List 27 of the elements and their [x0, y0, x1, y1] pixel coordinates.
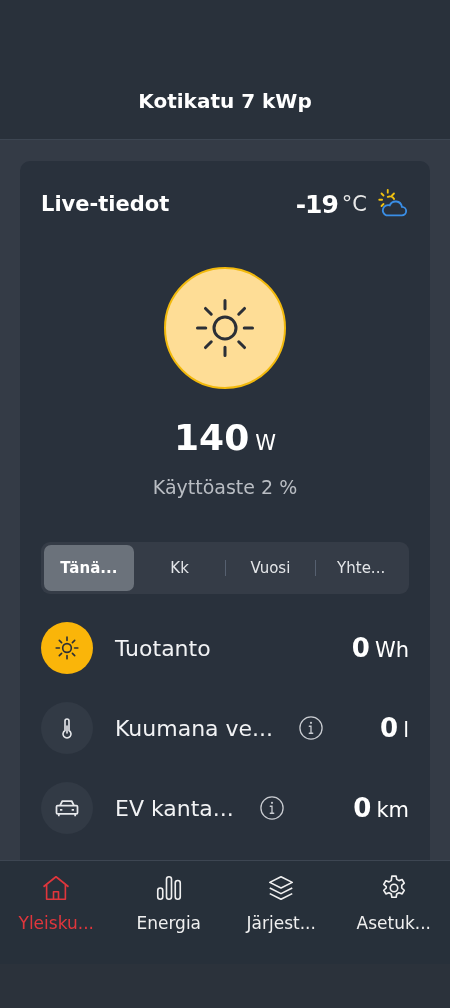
metric-value: 0 — [351, 633, 370, 663]
metric-unit: km — [376, 798, 409, 822]
info-icon[interactable] — [297, 714, 326, 742]
power-unit: W — [255, 431, 276, 455]
metric-unit: l — [403, 718, 409, 742]
home-icon — [41, 873, 72, 903]
metric-label: Kuumana ve... — [115, 715, 274, 741]
nav-tab[interactable]: Järjest... — [225, 873, 338, 964]
header-title: Kotikatu 7 kWp — [138, 89, 312, 113]
nav-tab[interactable]: Asetuk... — [337, 873, 450, 964]
period-tab[interactable]: Vuosi — [225, 545, 316, 591]
period-tab[interactable]: Yhte... — [316, 545, 406, 591]
power-value: 140 — [174, 417, 250, 458]
metric-label: Tuotanto — [115, 635, 211, 661]
info-icon[interactable] — [257, 794, 286, 822]
metric-value: 0 — [353, 793, 372, 823]
temperature-unit: °C — [341, 192, 367, 216]
card-title: Live-tiedot — [41, 192, 170, 216]
temperature-value: -19 — [295, 189, 338, 219]
metric-unit: Wh — [374, 638, 409, 662]
metric-value: 0 — [380, 713, 399, 743]
utilization-text: Käyttöaste 2 % — [151, 476, 299, 498]
period-tab[interactable]: Kk — [134, 545, 225, 591]
metric-label: EV kanta... — [115, 795, 234, 821]
period-tab[interactable]: Tänä... — [44, 545, 134, 591]
sun-icon — [54, 635, 80, 661]
nav-tab[interactable]: Energia — [112, 873, 225, 964]
